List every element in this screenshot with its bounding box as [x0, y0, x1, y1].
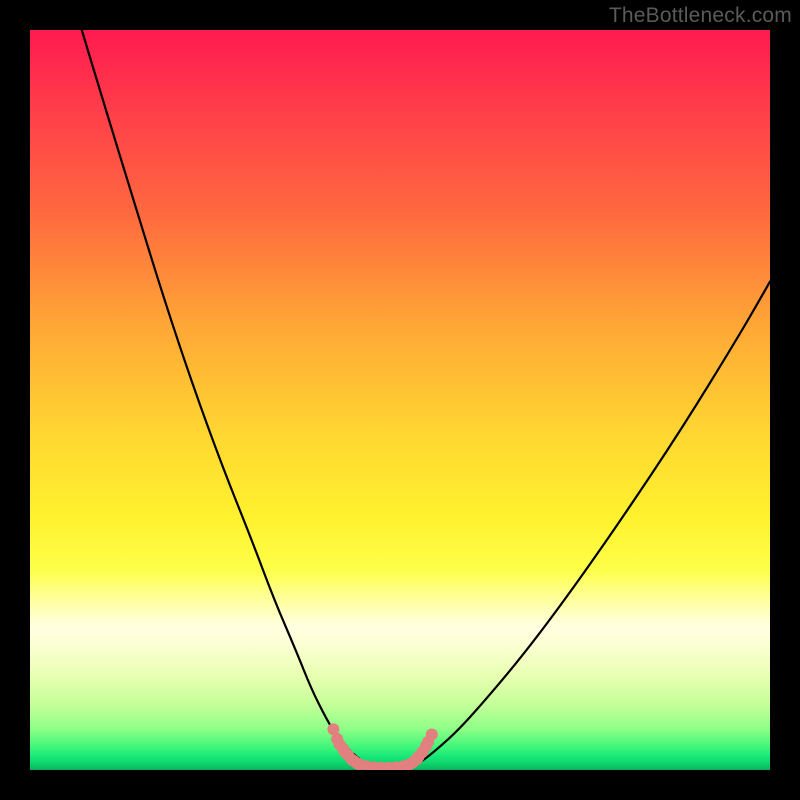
chart-frame: TheBottleneck.com	[0, 0, 800, 800]
valley-marker	[327, 723, 437, 770]
chart-curve-overlay	[30, 30, 770, 770]
right-curve	[411, 282, 770, 767]
watermark-text: TheBottleneck.com	[609, 4, 792, 28]
left-curve	[82, 30, 374, 767]
